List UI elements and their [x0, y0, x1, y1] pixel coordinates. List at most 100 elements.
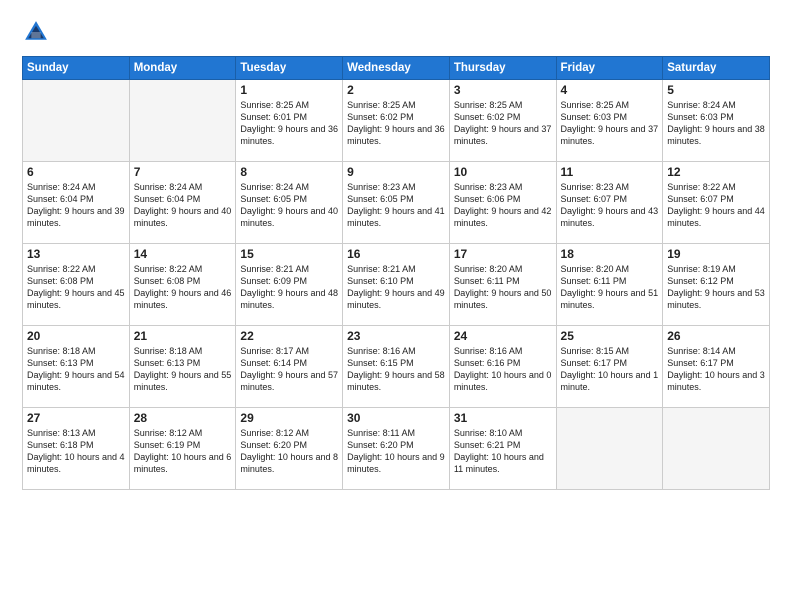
calendar-cell: 14 Sunrise: 8:22 AM Sunset: 6:08 PM Dayli… — [129, 244, 236, 326]
cell-text: Sunrise: 8:12 AM Sunset: 6:19 PM Dayligh… — [134, 427, 232, 476]
cell-text: Sunrise: 8:25 AM Sunset: 6:02 PM Dayligh… — [347, 99, 445, 148]
day-number: 8 — [240, 165, 338, 179]
weekday-header: Friday — [556, 57, 663, 80]
day-number: 26 — [667, 329, 765, 343]
day-number: 3 — [454, 83, 552, 97]
calendar-cell: 22 Sunrise: 8:17 AM Sunset: 6:14 PM Dayli… — [236, 326, 343, 408]
calendar-cell: 31 Sunrise: 8:10 AM Sunset: 6:21 PM Dayli… — [449, 408, 556, 490]
day-number: 7 — [134, 165, 232, 179]
day-number: 17 — [454, 247, 552, 261]
cell-text: Sunrise: 8:25 AM Sunset: 6:02 PM Dayligh… — [454, 99, 552, 148]
cell-text: Sunrise: 8:23 AM Sunset: 6:05 PM Dayligh… — [347, 181, 445, 230]
day-number: 25 — [561, 329, 659, 343]
header — [22, 18, 770, 46]
cell-text: Sunrise: 8:23 AM Sunset: 6:06 PM Dayligh… — [454, 181, 552, 230]
day-number: 21 — [134, 329, 232, 343]
cell-text: Sunrise: 8:24 AM Sunset: 6:03 PM Dayligh… — [667, 99, 765, 148]
calendar-cell — [23, 80, 130, 162]
day-number: 9 — [347, 165, 445, 179]
calendar-cell: 25 Sunrise: 8:15 AM Sunset: 6:17 PM Dayli… — [556, 326, 663, 408]
day-number: 31 — [454, 411, 552, 425]
day-number: 22 — [240, 329, 338, 343]
calendar-cell — [556, 408, 663, 490]
day-number: 2 — [347, 83, 445, 97]
cell-text: Sunrise: 8:24 AM Sunset: 6:05 PM Dayligh… — [240, 181, 338, 230]
cell-text: Sunrise: 8:22 AM Sunset: 6:08 PM Dayligh… — [27, 263, 125, 312]
day-number: 1 — [240, 83, 338, 97]
logo — [22, 18, 54, 46]
calendar-cell: 19 Sunrise: 8:19 AM Sunset: 6:12 PM Dayli… — [663, 244, 770, 326]
day-number: 13 — [27, 247, 125, 261]
cell-text: Sunrise: 8:24 AM Sunset: 6:04 PM Dayligh… — [134, 181, 232, 230]
day-number: 28 — [134, 411, 232, 425]
calendar-cell: 3 Sunrise: 8:25 AM Sunset: 6:02 PM Daylig… — [449, 80, 556, 162]
day-number: 5 — [667, 83, 765, 97]
calendar-cell: 27 Sunrise: 8:13 AM Sunset: 6:18 PM Dayli… — [23, 408, 130, 490]
page: SundayMondayTuesdayWednesdayThursdayFrid… — [0, 0, 792, 612]
calendar-cell: 18 Sunrise: 8:20 AM Sunset: 6:11 PM Dayli… — [556, 244, 663, 326]
cell-text: Sunrise: 8:18 AM Sunset: 6:13 PM Dayligh… — [134, 345, 232, 394]
cell-text: Sunrise: 8:10 AM Sunset: 6:21 PM Dayligh… — [454, 427, 552, 476]
cell-text: Sunrise: 8:13 AM Sunset: 6:18 PM Dayligh… — [27, 427, 125, 476]
cell-text: Sunrise: 8:17 AM Sunset: 6:14 PM Dayligh… — [240, 345, 338, 394]
day-number: 16 — [347, 247, 445, 261]
weekday-header: Wednesday — [343, 57, 450, 80]
calendar-cell: 4Sunrise: 8:25 AM Sunset: 6:03 PM Daylig… — [556, 80, 663, 162]
calendar-cell: 13 Sunrise: 8:22 AM Sunset: 6:08 PM Dayli… — [23, 244, 130, 326]
cell-text: Sunrise: 8:20 AM Sunset: 6:11 PM Dayligh… — [561, 263, 659, 312]
day-number: 11 — [561, 165, 659, 179]
calendar-cell: 21 Sunrise: 8:18 AM Sunset: 6:13 PM Dayli… — [129, 326, 236, 408]
weekday-header: Sunday — [23, 57, 130, 80]
day-number: 10 — [454, 165, 552, 179]
calendar-cell: 7 Sunrise: 8:24 AM Sunset: 6:04 PM Daylig… — [129, 162, 236, 244]
cell-text: Sunrise: 8:25 AM Sunset: 6:03 PM Dayligh… — [561, 99, 659, 148]
calendar-cell: 10 Sunrise: 8:23 AM Sunset: 6:06 PM Dayli… — [449, 162, 556, 244]
cell-text: Sunrise: 8:19 AM Sunset: 6:12 PM Dayligh… — [667, 263, 765, 312]
calendar-cell: 2 Sunrise: 8:25 AM Sunset: 6:02 PM Daylig… — [343, 80, 450, 162]
day-number: 20 — [27, 329, 125, 343]
calendar-cell: 9 Sunrise: 8:23 AM Sunset: 6:05 PM Daylig… — [343, 162, 450, 244]
calendar-cell: 20 Sunrise: 8:18 AM Sunset: 6:13 PM Dayli… — [23, 326, 130, 408]
cell-text: Sunrise: 8:11 AM Sunset: 6:20 PM Dayligh… — [347, 427, 445, 476]
calendar-cell: 17 Sunrise: 8:20 AM Sunset: 6:11 PM Dayli… — [449, 244, 556, 326]
weekday-header: Thursday — [449, 57, 556, 80]
logo-icon — [22, 18, 50, 46]
cell-text: Sunrise: 8:20 AM Sunset: 6:11 PM Dayligh… — [454, 263, 552, 312]
calendar: SundayMondayTuesdayWednesdayThursdayFrid… — [22, 56, 770, 490]
calendar-cell: 1Sunrise: 8:25 AM Sunset: 6:01 PM Daylig… — [236, 80, 343, 162]
calendar-cell: 29 Sunrise: 8:12 AM Sunset: 6:20 PM Dayli… — [236, 408, 343, 490]
day-number: 15 — [240, 247, 338, 261]
calendar-cell — [129, 80, 236, 162]
cell-text: Sunrise: 8:22 AM Sunset: 6:08 PM Dayligh… — [134, 263, 232, 312]
cell-text: Sunrise: 8:15 AM Sunset: 6:17 PM Dayligh… — [561, 345, 659, 394]
calendar-cell: 12 Sunrise: 8:22 AM Sunset: 6:07 PM Dayli… — [663, 162, 770, 244]
calendar-cell: 15 Sunrise: 8:21 AM Sunset: 6:09 PM Dayli… — [236, 244, 343, 326]
day-number: 30 — [347, 411, 445, 425]
weekday-header: Saturday — [663, 57, 770, 80]
day-number: 24 — [454, 329, 552, 343]
day-number: 12 — [667, 165, 765, 179]
day-number: 19 — [667, 247, 765, 261]
day-number: 29 — [240, 411, 338, 425]
day-number: 14 — [134, 247, 232, 261]
cell-text: Sunrise: 8:21 AM Sunset: 6:10 PM Dayligh… — [347, 263, 445, 312]
day-number: 18 — [561, 247, 659, 261]
calendar-cell: 5 Sunrise: 8:24 AM Sunset: 6:03 PM Daylig… — [663, 80, 770, 162]
cell-text: Sunrise: 8:16 AM Sunset: 6:16 PM Dayligh… — [454, 345, 552, 394]
calendar-cell: 30 Sunrise: 8:11 AM Sunset: 6:20 PM Dayli… — [343, 408, 450, 490]
calendar-cell: 6 Sunrise: 8:24 AM Sunset: 6:04 PM Daylig… — [23, 162, 130, 244]
cell-text: Sunrise: 8:14 AM Sunset: 6:17 PM Dayligh… — [667, 345, 765, 394]
calendar-cell: 26 Sunrise: 8:14 AM Sunset: 6:17 PM Dayli… — [663, 326, 770, 408]
calendar-cell: 28 Sunrise: 8:12 AM Sunset: 6:19 PM Dayli… — [129, 408, 236, 490]
cell-text: Sunrise: 8:18 AM Sunset: 6:13 PM Dayligh… — [27, 345, 125, 394]
cell-text: Sunrise: 8:12 AM Sunset: 6:20 PM Dayligh… — [240, 427, 338, 476]
calendar-cell: 8 Sunrise: 8:24 AM Sunset: 6:05 PM Daylig… — [236, 162, 343, 244]
cell-text: Sunrise: 8:22 AM Sunset: 6:07 PM Dayligh… — [667, 181, 765, 230]
weekday-header: Monday — [129, 57, 236, 80]
cell-text: Sunrise: 8:21 AM Sunset: 6:09 PM Dayligh… — [240, 263, 338, 312]
cell-text: Sunrise: 8:24 AM Sunset: 6:04 PM Dayligh… — [27, 181, 125, 230]
day-number: 27 — [27, 411, 125, 425]
day-number: 6 — [27, 165, 125, 179]
calendar-cell: 11Sunrise: 8:23 AM Sunset: 6:07 PM Dayli… — [556, 162, 663, 244]
day-number: 23 — [347, 329, 445, 343]
